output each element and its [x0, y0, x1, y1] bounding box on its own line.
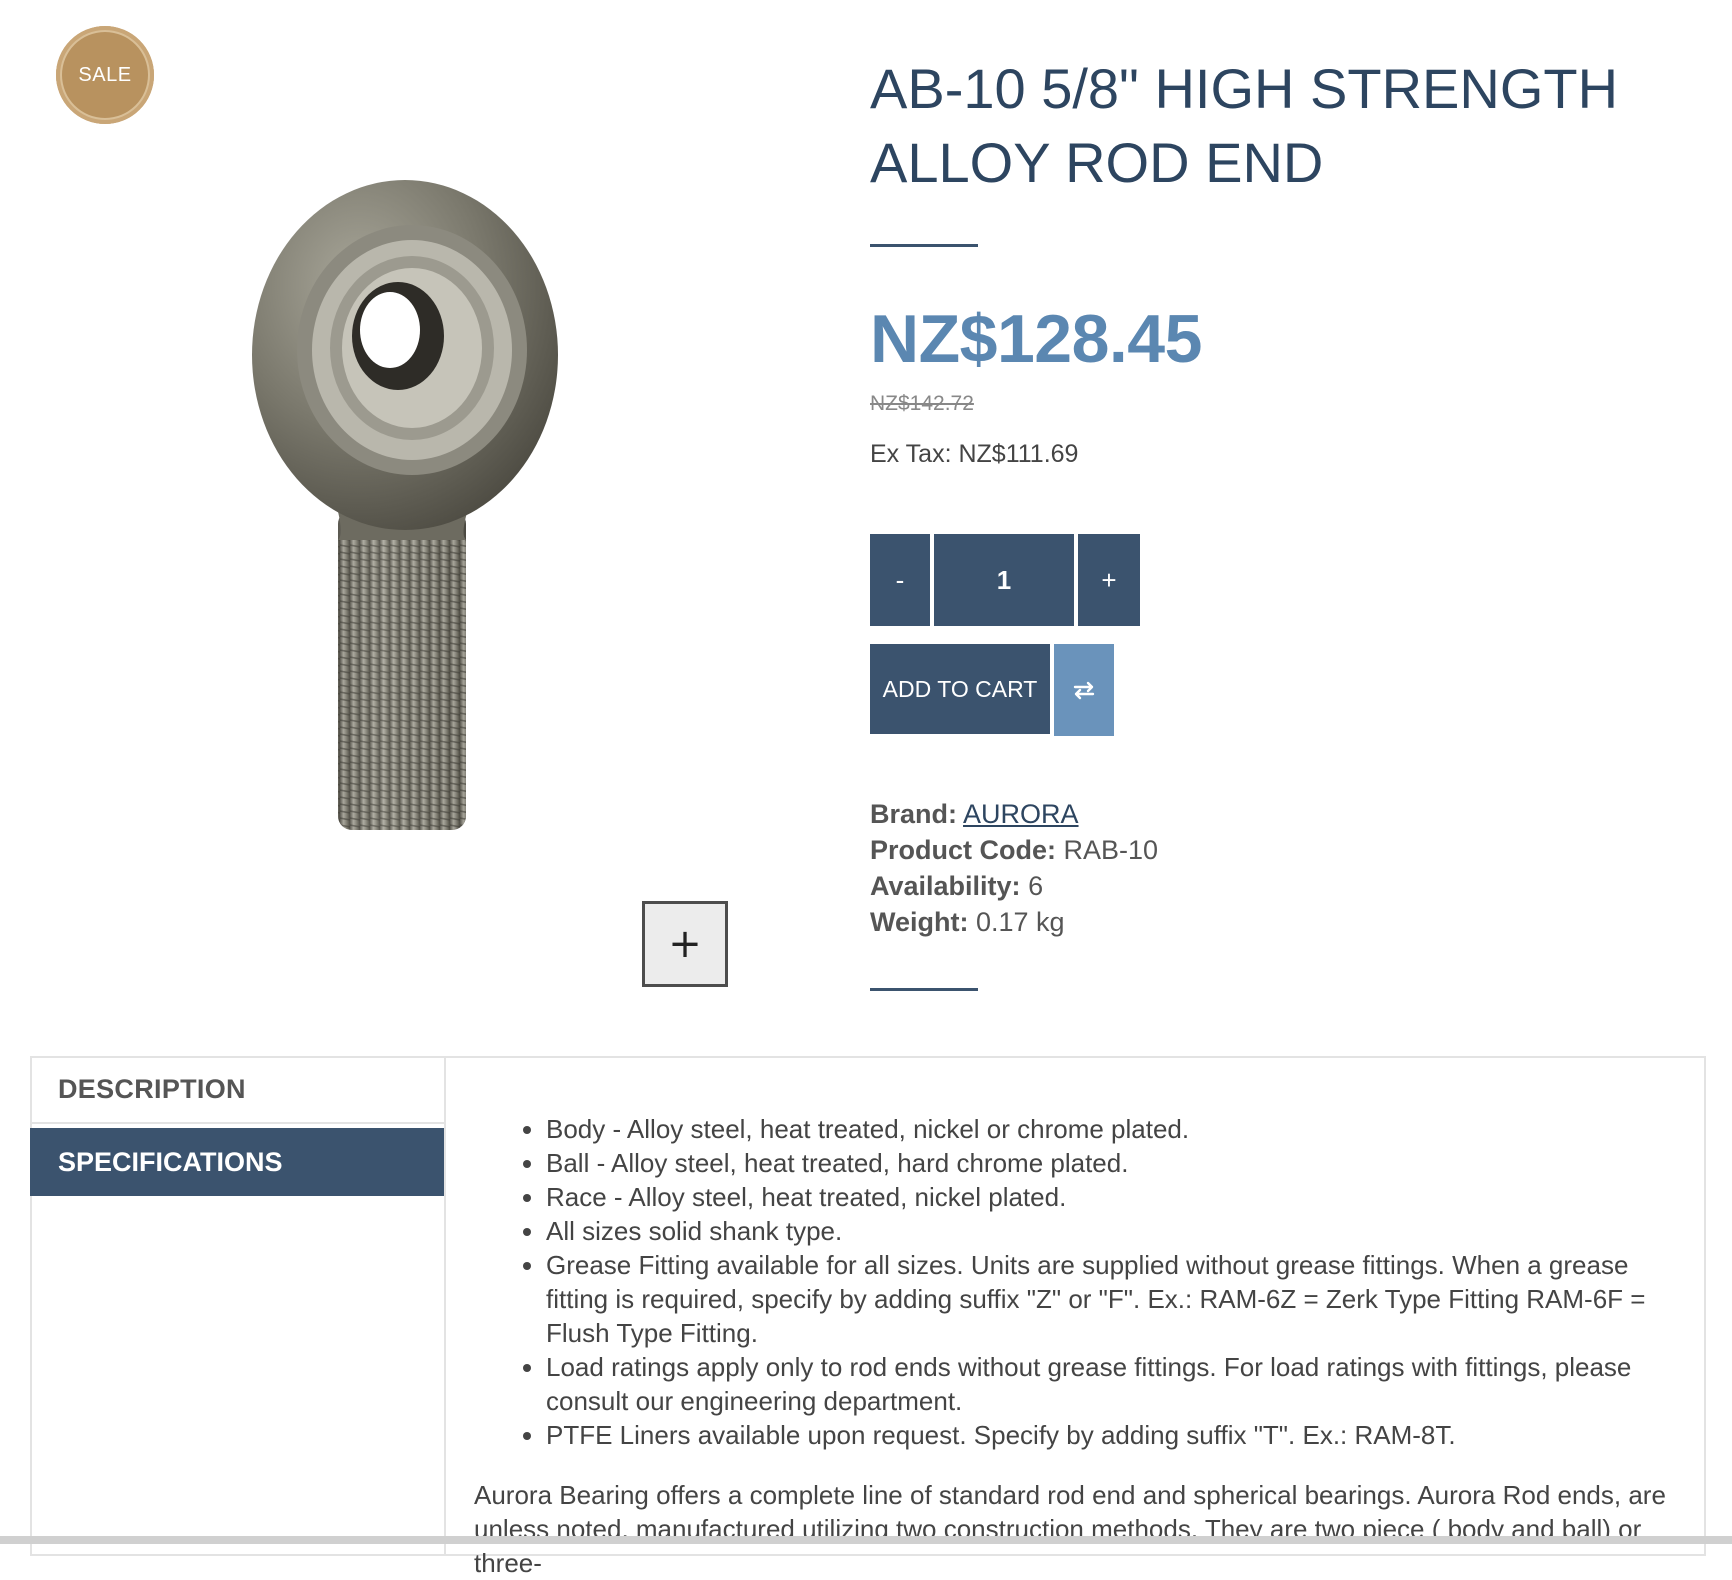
weight-row: Weight: 0.17 kg	[870, 904, 1065, 940]
specifications-content: Body - Alloy steel, heat treated, nickel…	[474, 1112, 1670, 1580]
horizontal-scrollbar[interactable]	[0, 1536, 1732, 1544]
product-title: AB-10 5/8" HIGH STRENGTH ALLOY ROD END	[870, 57, 1619, 194]
quantity-decrease-button[interactable]: -	[870, 534, 930, 626]
product-code-label: Product Code:	[870, 835, 1056, 865]
compare-button[interactable]	[1054, 644, 1114, 736]
add-to-cart-button[interactable]: ADD TO CART	[870, 644, 1050, 734]
sale-badge-label: SALE	[78, 63, 132, 86]
weight-label: Weight:	[870, 907, 969, 937]
brand-row: Brand: AURORA	[870, 796, 1079, 832]
brand-label: Brand:	[870, 799, 957, 829]
tab-divider	[444, 1124, 446, 1556]
quantity-increase-button[interactable]: +	[1078, 534, 1140, 626]
ex-tax-price: Ex Tax: NZ$111.69	[870, 440, 1079, 468]
plus-icon: +	[668, 921, 702, 967]
brand-link[interactable]: AURORA	[963, 799, 1079, 829]
availability-value: 6	[1028, 871, 1044, 901]
list-item: Race - Alloy steel, heat treated, nickel…	[546, 1180, 1670, 1214]
tab-specifications[interactable]: SPECIFICATIONS	[30, 1128, 446, 1196]
title-divider	[870, 244, 978, 247]
quantity-input[interactable]	[934, 534, 1074, 626]
compare-arrows-icon	[1073, 681, 1095, 700]
list-item: Grease Fitting available for all sizes. …	[546, 1248, 1670, 1350]
list-item: Ball - Alloy steel, heat treated, hard c…	[546, 1146, 1670, 1180]
meta-divider	[870, 988, 978, 991]
list-item: Load ratings apply only to rod ends with…	[546, 1350, 1670, 1418]
availability-row: Availability: 6	[870, 868, 1043, 904]
zoom-button[interactable]: +	[642, 901, 728, 987]
product-image	[252, 180, 558, 830]
sale-badge: SALE	[56, 26, 154, 124]
specifications-list: Body - Alloy steel, heat treated, nickel…	[474, 1112, 1670, 1452]
product-code-row: Product Code: RAB-10	[870, 832, 1158, 868]
old-price: NZ$142.72	[870, 392, 974, 415]
list-item: Body - Alloy steel, heat treated, nickel…	[546, 1112, 1670, 1146]
list-item: All sizes solid shank type.	[546, 1214, 1670, 1248]
product-code-value: RAB-10	[1063, 835, 1159, 865]
specifications-paragraph: Aurora Bearing offers a complete line of…	[474, 1480, 1666, 1578]
list-item: PTFE Liners available upon request. Spec…	[546, 1418, 1670, 1452]
availability-label: Availability:	[870, 871, 1021, 901]
tab-description[interactable]: DESCRIPTION	[30, 1056, 446, 1124]
product-price: NZ$128.45	[870, 301, 1202, 377]
weight-value: 0.17 kg	[976, 907, 1065, 937]
